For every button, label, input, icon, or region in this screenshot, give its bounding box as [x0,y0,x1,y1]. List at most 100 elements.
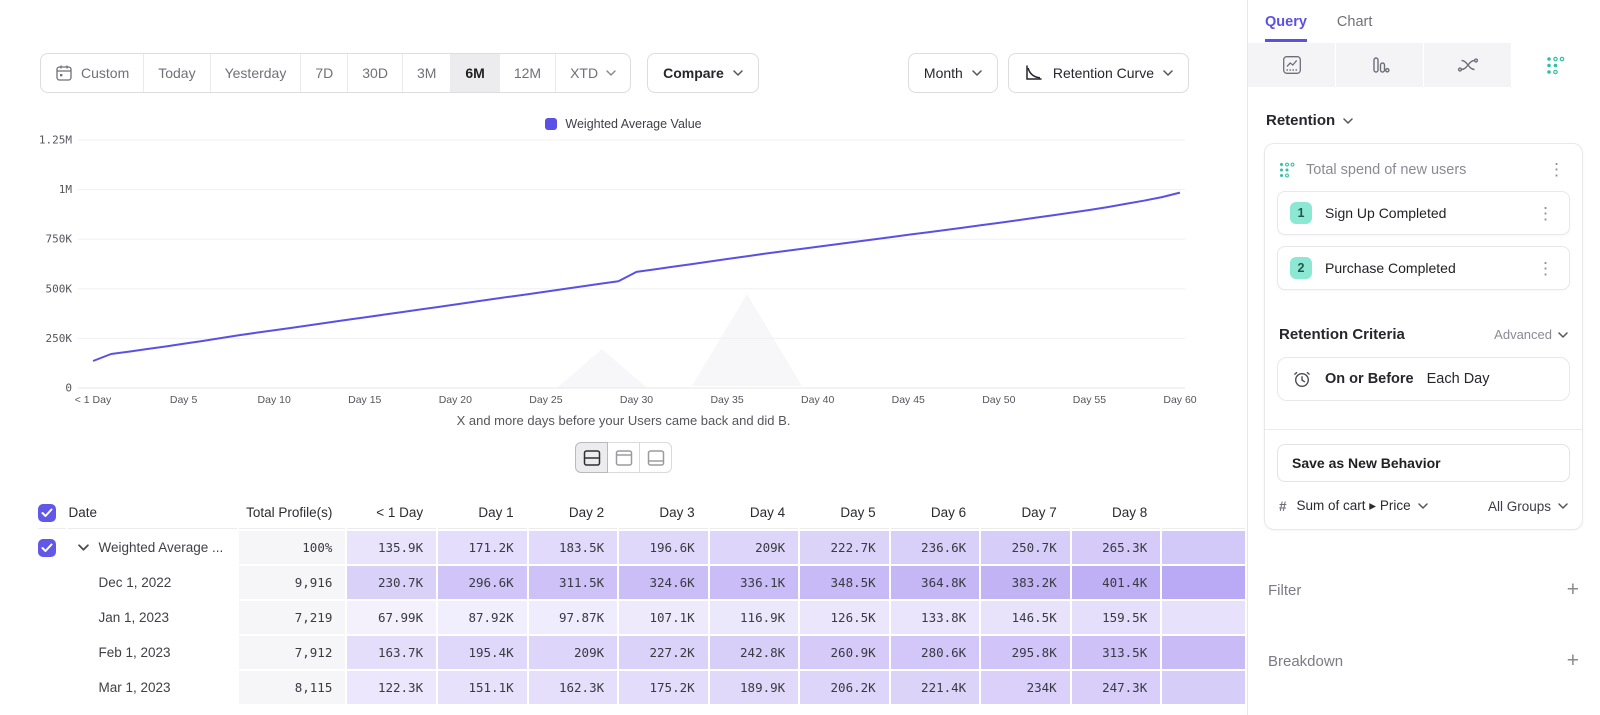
x-axis-tick: Day 55 [1073,394,1106,406]
x-axis-tick: < 1 Day [75,394,112,406]
range-yesterday[interactable]: Yesterday [211,54,302,92]
retention-value-cell: 227.2K [619,636,708,669]
divider [1265,429,1582,430]
retention-value-cell: 126.5K [800,601,889,634]
table-row: Weighted Average ...100%135.9K171.2K183.… [38,531,1245,564]
chart-type-select[interactable]: Retention Curve [1008,53,1189,93]
chevron-down-icon [1558,332,1568,338]
behavior-card: Total spend of new users ⋮ 1Sign Up Comp… [1264,143,1583,530]
funnels-bars-icon [1370,55,1390,75]
kebab-menu-icon[interactable]: ⋮ [1534,260,1557,277]
retention-value-cell: 195.4K [438,636,527,669]
chevron-down-icon [1343,118,1353,124]
table-row: Mar 1, 20238,115122.3K151.1K162.3K175.2K… [38,671,1245,704]
chart-top-view-icon [614,449,634,467]
save-as-new-behavior-button[interactable]: Save as New Behavior [1277,444,1570,482]
toolbar: CustomTodayYesterday7D30D3M6M12MXTD Comp… [40,53,1189,93]
results-table: DateTotal Profile(s)< 1 DayDay 1Day 2Day… [36,495,1247,706]
tab-flows[interactable] [1424,43,1511,87]
retention-value-cell: 295.8K [981,636,1070,669]
chevron-down-icon [606,70,616,76]
row-date-label: Feb 1, 2023 [98,645,170,660]
row-checkbox[interactable] [38,539,56,557]
tab-retention[interactable] [1512,43,1599,87]
total-profiles-cell: 7,912 [239,636,346,669]
advanced-toggle[interactable]: Advanced [1494,327,1568,342]
retention-value-cell: 260.9K [800,636,889,669]
compare-button[interactable]: Compare [647,53,759,93]
row-expander-chevron-icon[interactable] [78,544,89,551]
retention-criteria-row: Retention Criteria Advanced [1279,326,1568,343]
kebab-menu-icon[interactable]: ⋮ [1545,161,1568,178]
row-date-label: Mar 1, 2023 [98,680,170,695]
chevron-down-icon [1418,503,1428,509]
retention-value-cell: 209K [710,531,799,564]
range-12m[interactable]: 12M [500,54,556,92]
retention-value-cell: 383.2K [981,566,1070,599]
row-date-label: Weighted Average ... [98,540,223,555]
column-header-day-1: Day 1 [438,497,527,529]
tab-insights[interactable] [1248,43,1335,87]
event-row[interactable]: 1Sign Up Completed⋮ [1277,191,1570,235]
retention-value-cell-cut [1162,531,1245,564]
column-header-day-6: Day 6 [891,497,980,529]
range-3m[interactable]: 3M [403,54,451,92]
retention-value-cell: 171.2K [438,531,527,564]
retention-value-cell: 135.9K [347,531,436,564]
retention-value-cell: 175.2K [619,671,708,704]
split-view-button[interactable] [575,442,608,473]
granularity-select[interactable]: Month [908,53,998,93]
criteria-card[interactable]: On or Before Each Day [1277,357,1570,401]
report-type-tabs [1248,43,1599,87]
breakdown-label: Breakdown [1268,653,1343,670]
y-axis-tick: 1M [59,183,73,196]
x-axis-tick: Day 30 [620,394,653,406]
date-range-group: CustomTodayYesterday7D30D3M6M12MXTD [40,53,631,93]
query-sidebar: Query Chart Retention [1248,0,1599,715]
weighted-average-line [93,193,1180,361]
range-30d[interactable]: 30D [348,54,403,92]
column-header-day-2: Day 2 [529,497,618,529]
retention-value-cell: 163.7K [347,636,436,669]
add-filter-button[interactable]: + [1567,578,1579,602]
tab-query[interactable]: Query [1265,14,1307,42]
range-6m[interactable]: 6M [451,54,499,92]
retention-value-cell: 234K [981,671,1070,704]
x-axis-tick: Day 20 [439,394,472,406]
event-row[interactable]: 2Purchase Completed⋮ [1277,246,1570,290]
range-7d[interactable]: 7D [301,54,348,92]
event-index-badge: 2 [1290,257,1312,279]
retention-dots-icon [1279,162,1295,178]
column-header-total-profile-s-: Total Profile(s) [239,497,346,529]
compare-label: Compare [663,65,724,81]
kebab-menu-icon[interactable]: ⋮ [1534,205,1557,222]
retention-value-cell: 107.1K [619,601,708,634]
table-select-all-checkbox[interactable] [38,504,56,522]
tab-funnels[interactable] [1336,43,1423,87]
measure-label: Sum of cart ▸ Price [1297,498,1411,514]
chart-legend: Weighted Average Value [0,117,1247,131]
filter-label: Filter [1268,582,1301,599]
chevron-down-icon [972,70,982,76]
column-header-day-4: Day 4 [710,497,799,529]
retention-value-cell: 221.4K [891,671,980,704]
event-label: Sign Up Completed [1325,205,1521,221]
tab-chart[interactable]: Chart [1337,14,1372,42]
chart-bottom-view-button[interactable] [639,442,672,473]
chart-top-view-button[interactable] [607,442,640,473]
range-today[interactable]: Today [144,54,210,92]
x-axis-tick: Day 10 [258,394,291,406]
section-title-retention[interactable]: Retention [1266,112,1583,129]
groups-select[interactable]: All Groups [1488,499,1568,514]
calendar-icon [55,64,73,82]
range-custom[interactable]: Custom [41,54,144,92]
y-axis-tick: 0 [65,382,72,395]
add-breakdown-button[interactable]: + [1567,649,1579,673]
range-xtd[interactable]: XTD [556,54,630,92]
measure-select[interactable]: Sum of cart ▸ Price [1297,498,1428,514]
column-header-date: Date [68,497,236,529]
retention-value-cell: 313.5K [1072,636,1161,669]
main-panel: CustomTodayYesterday7D30D3M6M12MXTD Comp… [0,0,1248,715]
retention-value-cell: 97.87K [529,601,618,634]
retention-dots-icon [1546,56,1565,75]
